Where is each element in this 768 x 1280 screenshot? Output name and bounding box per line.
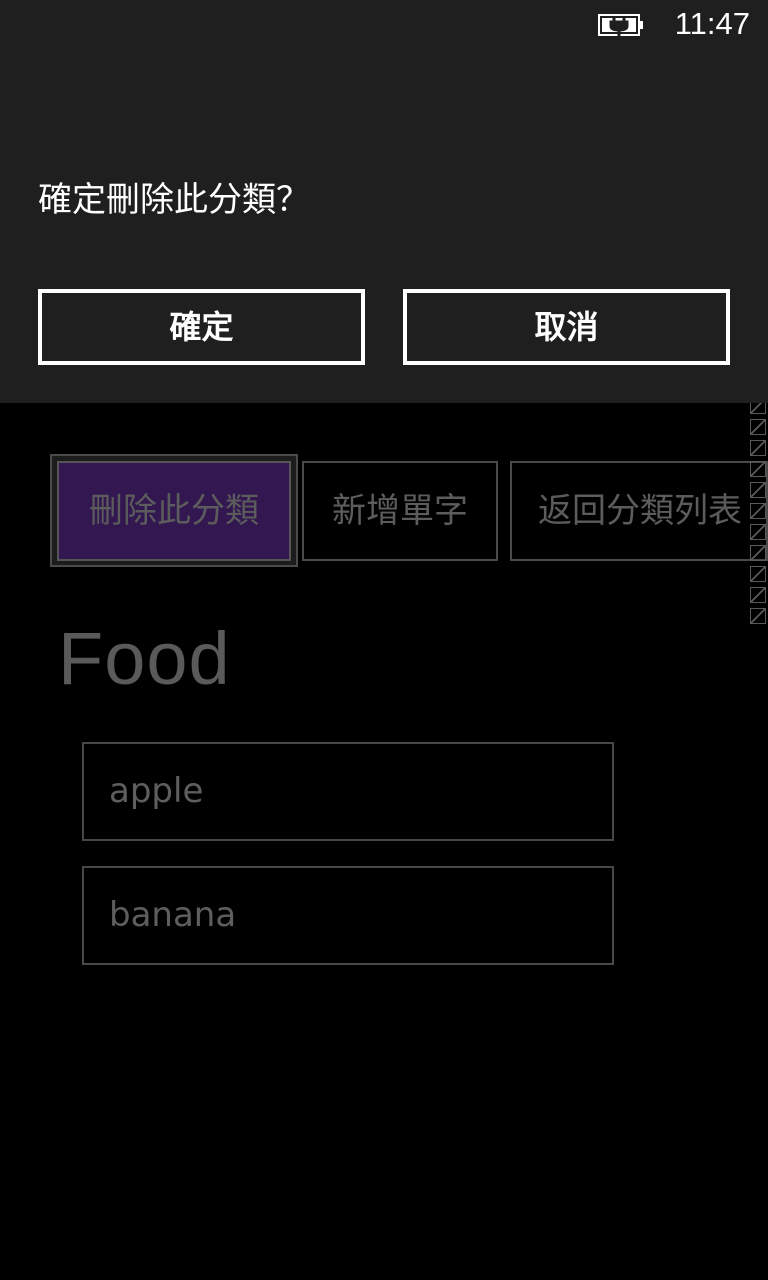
confirm-button[interactable]: 確定 (38, 289, 365, 365)
dialog-message: 確定刪除此分類？ (38, 180, 310, 220)
status-bar: 11:47 (0, 0, 768, 48)
word-list-item[interactable]: banana (82, 866, 614, 965)
delete-category-button[interactable]: 刪除此分類 (57, 461, 291, 561)
back-to-category-list-button[interactable]: 返回分類列表 (510, 461, 768, 561)
category-title: Food (58, 617, 231, 700)
app-page: 刪除此分類 新增單字 返回分類列表 Food apple banana 11:4… (0, 0, 768, 1280)
category-toolbar: 刪除此分類 新增單字 返回分類列表 (50, 454, 768, 567)
add-word-button[interactable]: 新增單字 (302, 461, 498, 561)
word-list-item[interactable]: apple (82, 742, 614, 841)
cancel-button[interactable]: 取消 (403, 289, 730, 365)
status-clock: 11:47 (674, 6, 750, 41)
battery-charging-icon (598, 14, 643, 36)
confirm-delete-dialog: 11:47 確定刪除此分類？ 確定 取消 (0, 0, 768, 403)
offscreen-glyph-fragments (748, 398, 768, 652)
